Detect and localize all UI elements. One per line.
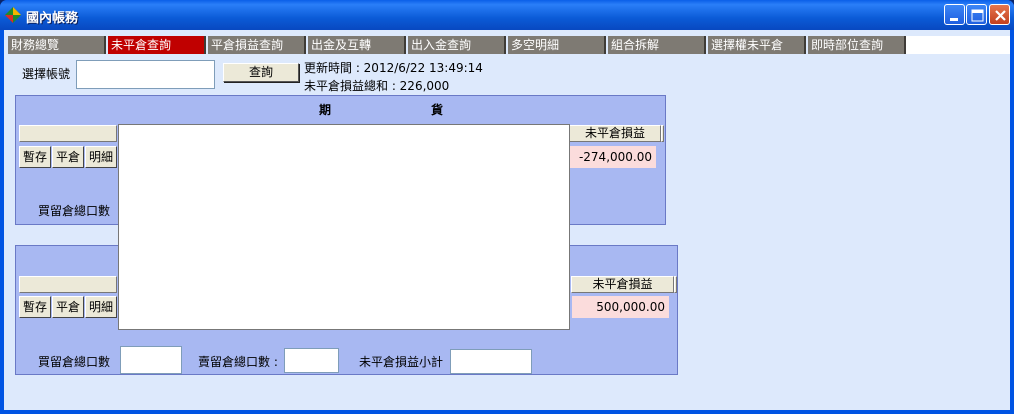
options-pl-value: 500,000.00 — [572, 296, 669, 318]
futures-grid-header-left — [19, 125, 117, 142]
options-buy-total-field[interactable] — [120, 346, 182, 374]
blank-popup-overlay — [118, 124, 570, 330]
futures-pl-header: 未平倉損益 — [569, 125, 661, 142]
client-area: 財務總覽 未平倉查詢 平倉損益查詢 出金及互轉 出入金查詢 多空明細 組合拆解 … — [4, 30, 1010, 410]
window-title: 國內帳務 — [26, 11, 79, 26]
options-sell-total-field[interactable] — [284, 348, 339, 373]
tab-bar: 財務總覽 未平倉查詢 平倉損益查詢 出金及互轉 出入金查詢 多空明細 組合拆解 … — [4, 36, 1010, 54]
account-label: 選擇帳號 — [22, 67, 71, 81]
close-icon — [995, 10, 1006, 21]
futures-detail-button[interactable]: 明細 — [85, 146, 117, 168]
tab-withdraw-transfer[interactable]: 出金及互轉 — [308, 36, 406, 54]
tab-deposit-withdraw-query[interactable]: 出入金查詢 — [408, 36, 506, 54]
options-grid-header-left — [19, 276, 117, 293]
maximize-icon — [971, 9, 984, 22]
minimize-button[interactable] — [944, 4, 965, 25]
query-button[interactable]: 查詢 — [223, 63, 299, 82]
options-buy-total-label: 買留倉總口數 — [38, 355, 111, 369]
futures-buy-total-label: 買留倉總口數 — [38, 204, 111, 218]
futures-temp-save-button[interactable]: 暫存 — [19, 146, 51, 168]
futures-grid-header-edge — [661, 125, 664, 142]
title-bar[interactable]: 國內帳務 — [0, 0, 1014, 30]
options-temp-save-button[interactable]: 暫存 — [19, 296, 51, 318]
tab-long-short-detail[interactable]: 多空明細 — [508, 36, 606, 54]
tab-combo-split[interactable]: 組合拆解 — [608, 36, 706, 54]
futures-title-left: 期 — [319, 103, 332, 117]
options-subtotal-field[interactable] — [450, 349, 532, 374]
account-input[interactable] — [76, 60, 215, 89]
options-close-position-button[interactable]: 平倉 — [52, 296, 84, 318]
app-logo-icon — [5, 7, 21, 23]
tab-bar-filler — [906, 36, 1010, 54]
tab-realtime-positions[interactable]: 即時部位查詢 — [808, 36, 906, 54]
options-subtotal-label: 未平倉損益小計 — [359, 355, 444, 369]
app-window: 國內帳務 財務總覽 未平倉查詢 平倉損益查詢 出金及互轉 出入金查詢 多空明細 — [0, 0, 1014, 414]
update-time: 更新時間 : 2012/6/22 13:49:14 — [304, 61, 483, 75]
close-button[interactable] — [989, 4, 1010, 25]
futures-close-position-button[interactable]: 平倉 — [52, 146, 84, 168]
maximize-button[interactable] — [966, 4, 987, 25]
options-detail-button[interactable]: 明細 — [85, 296, 117, 318]
tab-closed-pl[interactable]: 平倉損益查詢 — [208, 36, 306, 54]
total-unrealized-pl: 未平倉損益總和 : 226,000 — [304, 79, 450, 93]
options-sell-total-label: 賣留倉總口數 : — [198, 355, 278, 369]
tab-options-open[interactable]: 選擇權未平倉 — [708, 36, 806, 54]
tab-open-positions[interactable]: 未平倉查詢 — [108, 36, 206, 54]
futures-pl-value: -274,000.00 — [570, 146, 656, 168]
options-grid-header-edge — [674, 276, 677, 293]
minimize-icon — [950, 18, 958, 21]
tab-financial-overview[interactable]: 財務總覽 — [8, 36, 106, 54]
options-pl-header: 未平倉損益 — [571, 276, 674, 293]
futures-title-right: 貨 — [431, 103, 444, 117]
